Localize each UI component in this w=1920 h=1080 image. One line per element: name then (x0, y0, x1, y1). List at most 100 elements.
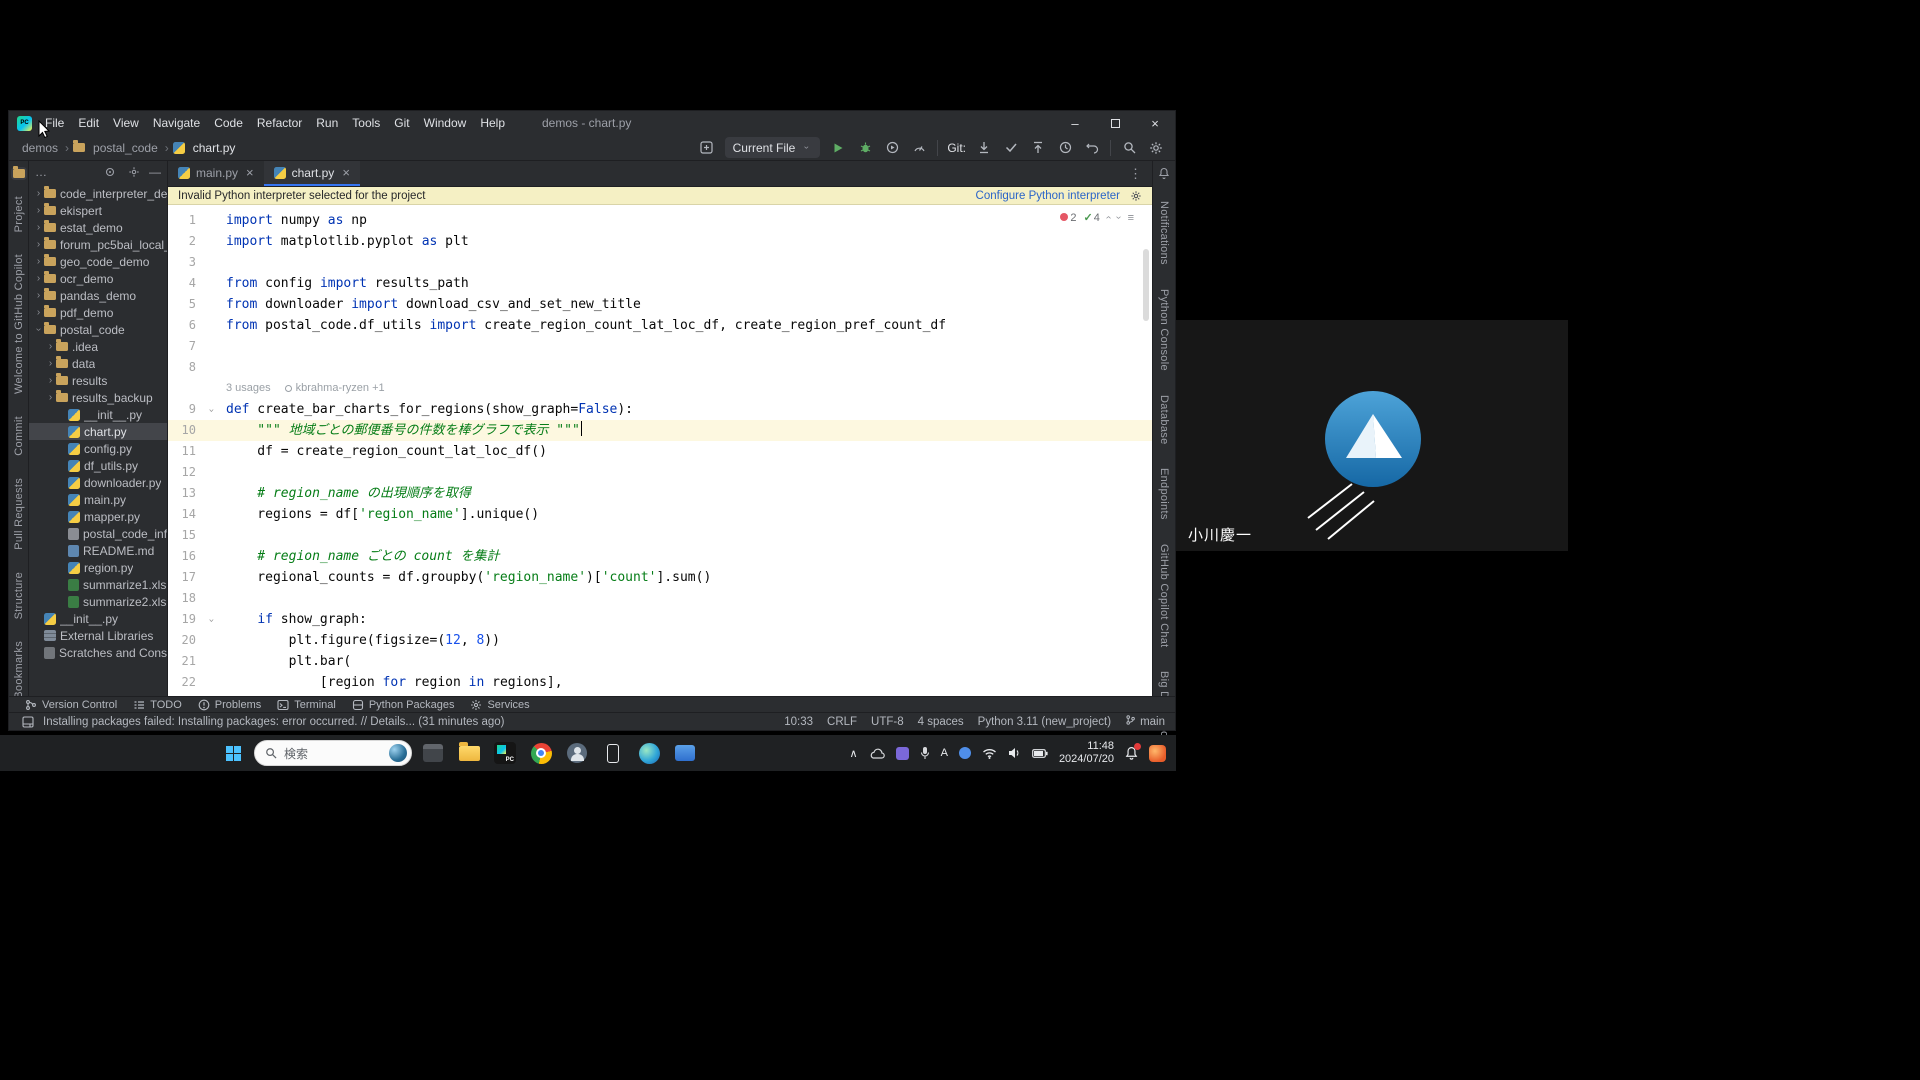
ime-indicator[interactable]: A (941, 747, 948, 759)
git-push-button[interactable] (1029, 139, 1047, 157)
start-button[interactable] (218, 738, 248, 768)
search-everywhere-icon[interactable] (1120, 139, 1138, 157)
tree-item-downloader-py[interactable]: downloader.py (29, 474, 167, 491)
code-editor[interactable]: 1import numpy as np2import matplotlib.py… (168, 205, 1152, 696)
run-button[interactable] (829, 139, 847, 157)
code-line[interactable]: 18 (168, 588, 1152, 609)
toolwindow-terminal[interactable]: Terminal (269, 697, 344, 712)
tree-item-code-interpreter-der[interactable]: ›code_interpreter_der (29, 185, 167, 202)
stripe-item-python-console[interactable]: Python Console (1158, 289, 1170, 371)
stripe-item-endpoints[interactable]: Endpoints (1158, 468, 1170, 520)
code-line[interactable]: 4from config import results_path (168, 273, 1152, 294)
status-main[interactable]: main (1125, 714, 1165, 729)
stripe-item-structure[interactable]: Structure (13, 572, 25, 619)
close-tab-icon[interactable]: × (246, 165, 254, 180)
tray-orange-app-icon[interactable] (1149, 745, 1166, 762)
code-line[interactable]: 15 (168, 525, 1152, 546)
debug-button[interactable] (856, 139, 874, 157)
breadcrumb-postal-code[interactable]: postal_code (90, 140, 161, 156)
blue-folder-app-icon[interactable] (670, 738, 700, 768)
status-4-spaces[interactable]: 4 spaces (918, 716, 964, 728)
code-line[interactable]: 3 (168, 252, 1152, 273)
search-highlight-image[interactable] (389, 744, 407, 762)
tree-item-forum-pc5bai-local[interactable]: ›forum_pc5bai_local_ (29, 236, 167, 253)
code-line[interactable]: 10 """ 地域ごとの郵便番号の件数を棒グラフで表示 """ (168, 420, 1152, 441)
run-configuration-select[interactable]: Current File › (725, 137, 821, 158)
next-problem-icon[interactable]: › (1113, 216, 1124, 219)
toolwindow-version-control[interactable]: Version Control (17, 697, 125, 712)
tree-item-results-backup[interactable]: ›results_backup (29, 389, 167, 406)
notification-center-icon[interactable] (1125, 746, 1138, 760)
fold-icon[interactable]: › (201, 606, 222, 636)
git-update-button[interactable] (975, 139, 993, 157)
stripe-item-notifications[interactable]: Notifications (1158, 201, 1170, 265)
stripe-item-pull-requests[interactable]: Pull Requests (13, 478, 25, 550)
widget-icon[interactable] (698, 139, 716, 157)
status-message[interactable]: Installing packages failed: Installing p… (43, 716, 505, 728)
menu-code[interactable]: Code (207, 111, 250, 135)
project-tool-icon[interactable] (11, 167, 27, 180)
code-line[interactable]: 13 # region_name の出現順序を取得 (168, 483, 1152, 504)
status-utf-8[interactable]: UTF-8 (871, 716, 904, 728)
tree-item-results[interactable]: ›results (29, 372, 167, 389)
onedrive-cloud-icon[interactable] (869, 748, 885, 759)
stripe-item-welcome-to-github-copilot[interactable]: Welcome to GitHub Copilot (13, 254, 25, 394)
toolwindow-services[interactable]: Services (462, 697, 537, 712)
code-line[interactable]: 1import numpy as np (168, 210, 1152, 231)
tree-item-df-utils-py[interactable]: df_utils.py (29, 457, 167, 474)
tree-item-estat-demo[interactable]: ›estat_demo (29, 219, 167, 236)
menu-git[interactable]: Git (387, 111, 416, 135)
tree-item-postal-code-info[interactable]: postal_code_info (29, 525, 167, 542)
tray-blue-app-icon[interactable] (959, 747, 971, 759)
tree-item-chart-py[interactable]: chart.py (29, 423, 167, 440)
code-line[interactable]: 11 df = create_region_count_lat_loc_df() (168, 441, 1152, 462)
code-line[interactable]: 8 (168, 357, 1152, 378)
stripe-item-database[interactable]: Database (1158, 395, 1170, 445)
tree-item-ekispert[interactable]: ›ekispert (29, 202, 167, 219)
speaker-icon[interactable] (1008, 747, 1021, 759)
tab-chart-py[interactable]: chart.py× (264, 161, 360, 186)
menu-view[interactable]: View (106, 111, 146, 135)
breadcrumb-demos[interactable]: demos (19, 140, 61, 156)
tree-item-main-py[interactable]: main.py (29, 491, 167, 508)
toolwindow-python-packages[interactable]: Python Packages (344, 697, 463, 712)
tree-item-pdf-demo[interactable]: ›pdf_demo (29, 304, 167, 321)
code-line[interactable]: 5from downloader import download_csv_and… (168, 294, 1152, 315)
file-explorer-icon[interactable] (454, 738, 484, 768)
code-line[interactable]: 6from postal_code.df_utils import create… (168, 315, 1152, 336)
toolwindow-todo[interactable]: TODO (125, 697, 190, 712)
menu-window[interactable]: Window (417, 111, 474, 135)
profiler-button[interactable] (910, 139, 928, 157)
tree-item-geo-code-demo[interactable]: ›geo_code_demo (29, 253, 167, 270)
menu-navigate[interactable]: Navigate (146, 111, 207, 135)
tree-item-external-libraries[interactable]: External Libraries (29, 627, 167, 644)
code-line[interactable]: 21 plt.bar( (168, 651, 1152, 672)
tab-options-icon[interactable]: ⋮ (1129, 166, 1152, 182)
menu-tools[interactable]: Tools (345, 111, 387, 135)
tree-item-data[interactable]: ›data (29, 355, 167, 372)
taskbar-search[interactable]: 検索 (254, 740, 412, 766)
inspection-widget[interactable]: 2 ✓4 › › ≡ (1060, 211, 1134, 224)
status-crlf[interactable]: CRLF (827, 716, 857, 728)
close-tab-icon[interactable]: × (342, 165, 350, 180)
toolwindow-problems[interactable]: Problems (190, 697, 269, 712)
tool-windows-icon[interactable] (19, 713, 37, 731)
menu-help[interactable]: Help (473, 111, 512, 135)
tree-item-region-py[interactable]: region.py (29, 559, 167, 576)
close-button[interactable]: × (1135, 111, 1175, 135)
minimize-button[interactable]: – (1055, 111, 1095, 135)
code-line[interactable]: 17 regional_counts = df.groupby('region_… (168, 567, 1152, 588)
author-inlay[interactable]: kbrahma-ryzen +1 (285, 378, 385, 399)
edge-icon[interactable] (634, 738, 664, 768)
panel-settings-icon[interactable] (125, 163, 143, 181)
tab-main-py[interactable]: main.py× (168, 161, 264, 186)
editor-menu-icon[interactable]: ≡ (1128, 212, 1134, 224)
code-line[interactable]: 16 # region_name ごとの count を集計 (168, 546, 1152, 567)
more-icon[interactable]: … (35, 165, 47, 179)
menu-refactor[interactable]: Refactor (250, 111, 309, 135)
tree-item-init-py[interactable]: __init__.py (29, 406, 167, 423)
taskbar-app-window-icon[interactable] (418, 738, 448, 768)
fold-icon[interactable]: › (201, 396, 222, 426)
git-commit-button[interactable] (1002, 139, 1020, 157)
editor-scrollbar[interactable] (1143, 249, 1149, 321)
